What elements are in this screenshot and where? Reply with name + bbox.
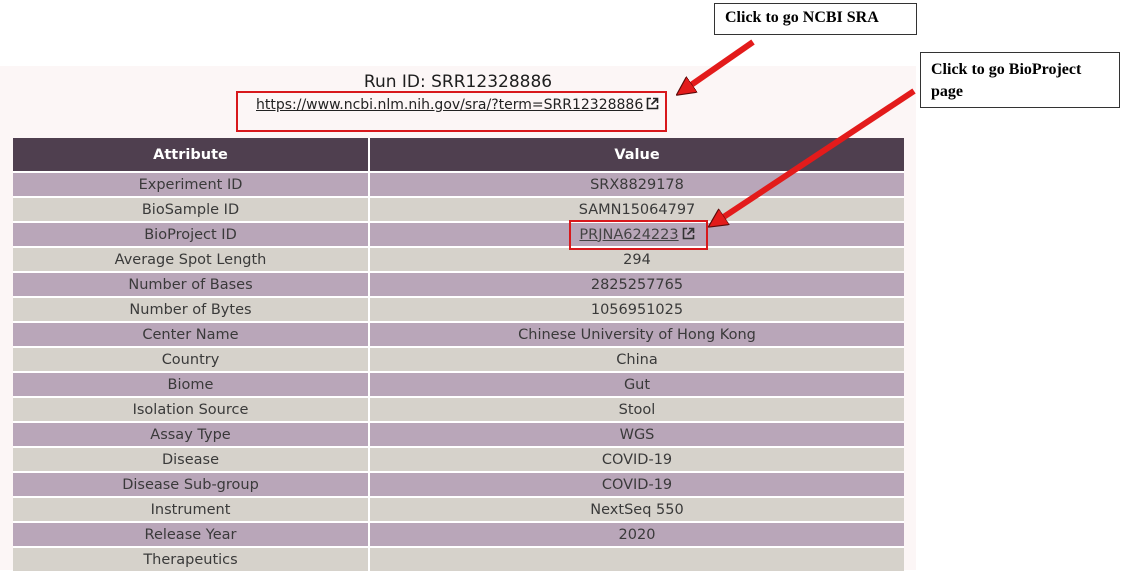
callout-ncbi-sra: Click to go NCBI SRA [714, 3, 917, 35]
arrow-to-bioproject [713, 88, 916, 224]
callout-bioproject: Click to go BioProject page [920, 52, 1120, 108]
arrow-to-sra [681, 39, 755, 92]
